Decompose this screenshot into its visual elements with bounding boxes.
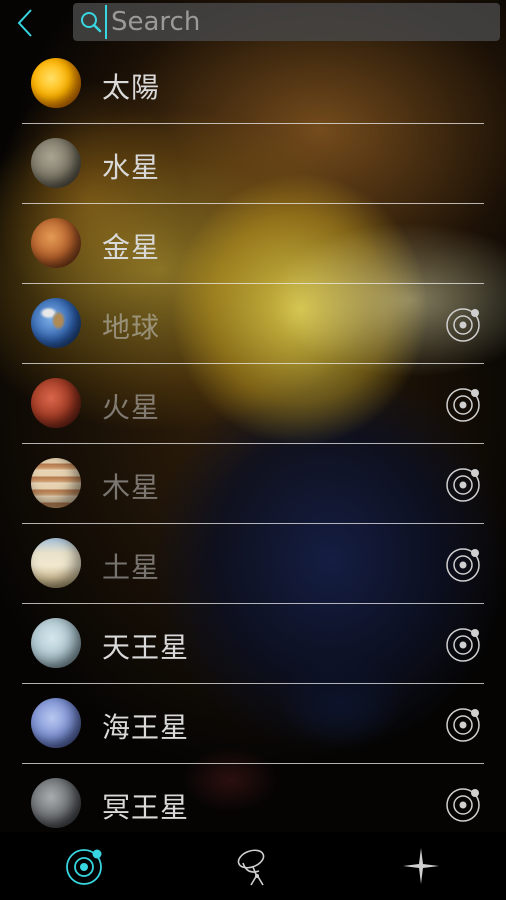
planet-list: 太陽 水星 金星 地球 火星 木星 土星 天王星 海王星 冥王星: [0, 44, 506, 844]
venus-icon: [31, 218, 81, 268]
mars-icon: [31, 378, 81, 428]
neptune-icon: [31, 698, 81, 748]
list-item-label: 太陽: [102, 71, 161, 104]
search-input[interactable]: [105, 5, 500, 39]
top-bar: [0, 0, 506, 44]
tab-stars[interactable]: [399, 844, 443, 888]
list-item-label: 水星: [102, 151, 161, 184]
list-item-label: 土星: [102, 551, 161, 584]
list-item-label: 天王星: [102, 631, 190, 664]
orbit-view-icon[interactable]: [444, 545, 482, 583]
list-item-label: 冥王星: [102, 791, 190, 824]
tab-bar: [0, 832, 506, 900]
pluto-icon: [31, 778, 81, 828]
orbit-view-icon[interactable]: [444, 305, 482, 343]
star-icon: [403, 848, 439, 884]
list-item-earth[interactable]: 地球: [22, 284, 484, 364]
orbit-view-icon[interactable]: [444, 785, 482, 823]
uranus-icon: [31, 618, 81, 668]
list-item-neptune[interactable]: 海王星: [22, 684, 484, 764]
earth-icon: [31, 298, 81, 348]
saturn-icon: [31, 538, 81, 588]
list-item-mars[interactable]: 火星: [22, 364, 484, 444]
list-item-sun[interactable]: 太陽: [22, 44, 484, 124]
list-item-saturn[interactable]: 土星: [22, 524, 484, 604]
list-item-label: 火星: [102, 391, 161, 424]
chevron-left-icon: [17, 9, 32, 37]
list-item-venus[interactable]: 金星: [22, 204, 484, 284]
list-item-mercury[interactable]: 水星: [22, 124, 484, 204]
list-item-label: 木星: [102, 471, 161, 504]
search-icon: [79, 10, 103, 34]
jupiter-icon: [31, 458, 81, 508]
back-button[interactable]: [10, 6, 40, 40]
tab-solar-system[interactable]: [62, 844, 106, 888]
list-item-label: 金星: [102, 231, 161, 264]
mercury-icon: [31, 138, 81, 188]
list-item-label: 海王星: [102, 711, 190, 744]
list-item-uranus[interactable]: 天王星: [22, 604, 484, 684]
orbit-view-icon[interactable]: [444, 465, 482, 503]
sun-icon: [31, 58, 81, 108]
orbit-view-icon[interactable]: [444, 385, 482, 423]
solar-system-icon: [66, 849, 102, 885]
satellite-icon: [237, 849, 265, 886]
list-item-label: 地球: [102, 311, 161, 344]
orbit-view-icon[interactable]: [444, 705, 482, 743]
list-item-jupiter[interactable]: 木星: [22, 444, 484, 524]
tab-satellite[interactable]: [231, 844, 275, 888]
search-bar[interactable]: [73, 3, 500, 41]
orbit-view-icon[interactable]: [444, 625, 482, 663]
